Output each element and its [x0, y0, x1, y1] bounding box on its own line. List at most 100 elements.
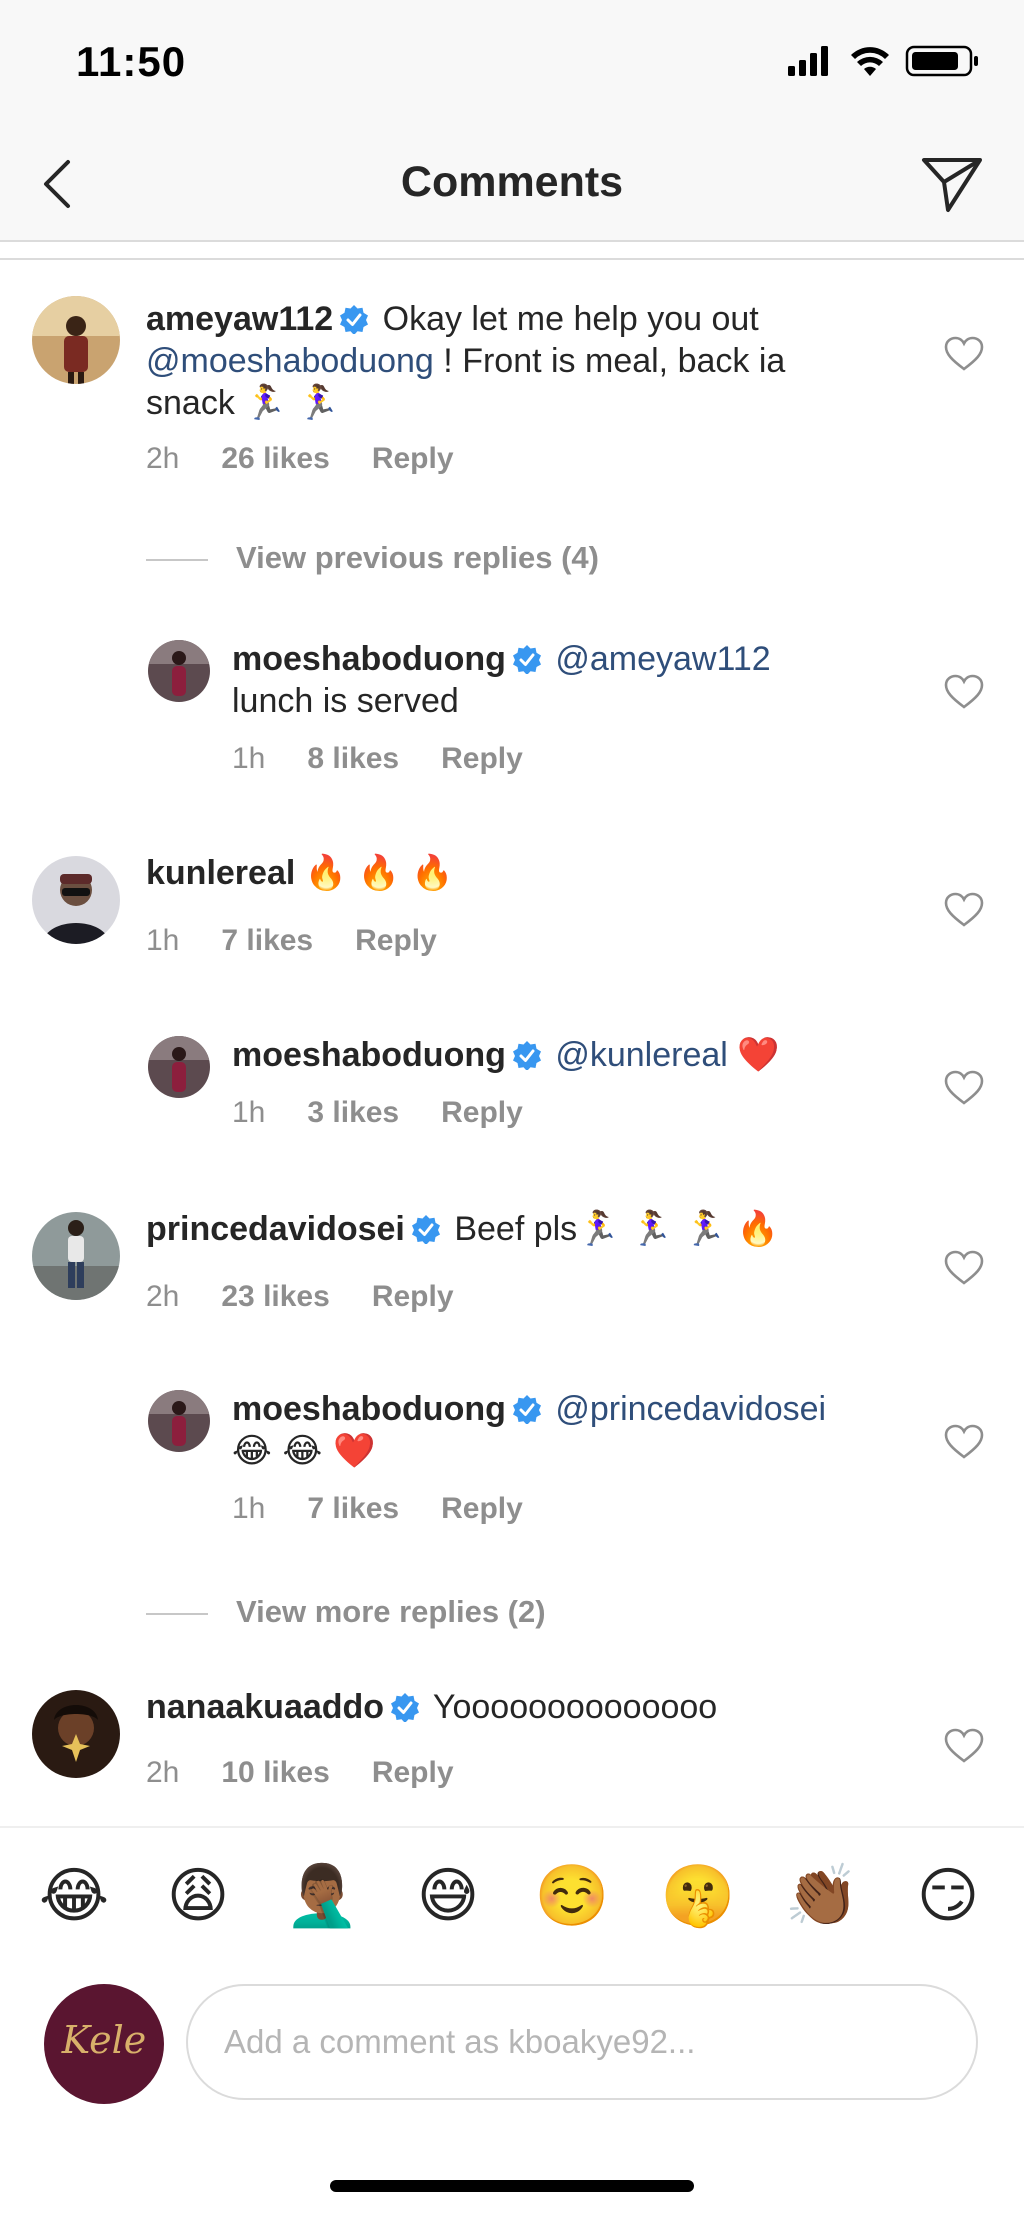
- avatar[interactable]: [148, 1390, 210, 1452]
- reply-button[interactable]: Reply: [441, 742, 523, 775]
- likes-count[interactable]: 23 likes: [221, 1280, 329, 1313]
- avatar[interactable]: [32, 1690, 120, 1778]
- mention-link[interactable]: @moeshaboduong: [146, 342, 434, 380]
- comment-text: moeshaboduong @princedavidosei 😂 😂 ❤️: [232, 1388, 872, 1472]
- verified-badge-icon: [512, 645, 541, 674]
- home-indicator[interactable]: [330, 2180, 694, 2192]
- comment-meta: 2h 10 likes Reply: [146, 1756, 496, 1790]
- emoji-button[interactable]: 🤫: [658, 1856, 738, 1936]
- comment-meta: 1h 7 likes Reply: [232, 1492, 565, 1526]
- username[interactable]: moeshaboduong: [232, 1390, 506, 1428]
- heart-icon[interactable]: [944, 1424, 984, 1460]
- avatar[interactable]: [32, 296, 120, 384]
- emoji-text: 🏃‍♀️ 🏃‍♀️: [244, 383, 340, 423]
- likes-count[interactable]: 7 likes: [221, 924, 313, 957]
- heart-icon[interactable]: [944, 1728, 984, 1764]
- mention-link[interactable]: @ameyaw112: [555, 640, 770, 678]
- reply-button[interactable]: Reply: [372, 442, 454, 475]
- mention-link[interactable]: @kunlereal: [555, 1036, 728, 1074]
- emoji-button[interactable]: 😂: [34, 1856, 114, 1936]
- comment-text: moeshaboduong @ameyaw112 lunch is served: [232, 638, 872, 722]
- verified-badge-icon: [512, 1041, 541, 1070]
- comment-composer: Kele: [0, 1966, 1024, 2146]
- verified-badge-icon: [411, 1215, 440, 1244]
- emoji-button[interactable]: ☺️: [532, 1856, 612, 1936]
- likes-count[interactable]: 8 likes: [307, 742, 399, 775]
- comment-body: lunch is served: [232, 682, 459, 720]
- status-time: 11:50: [76, 38, 187, 85]
- emoji-button[interactable]: 👏🏾: [782, 1856, 862, 1936]
- emoji-button[interactable]: 😩: [158, 1856, 238, 1936]
- avatar[interactable]: [148, 640, 210, 702]
- heart-icon[interactable]: [944, 1070, 984, 1106]
- verified-badge-icon: [391, 1693, 420, 1722]
- verified-badge-icon: [512, 1395, 541, 1424]
- mention-link[interactable]: @princedavidosei: [555, 1390, 826, 1428]
- username[interactable]: moeshaboduong: [232, 1036, 506, 1074]
- emoji-button[interactable]: 🤦🏾‍♂️: [282, 1856, 362, 1936]
- comment-time: 1h: [232, 1492, 266, 1525]
- heart-icon[interactable]: [944, 336, 984, 372]
- comment-meta: 1h 8 likes Reply: [232, 742, 565, 776]
- reply-button[interactable]: Reply: [441, 1096, 523, 1129]
- username[interactable]: princedavidosei: [146, 1210, 405, 1248]
- reply-button[interactable]: Reply: [372, 1756, 454, 1789]
- comment-meta: 2h 23 likes Reply: [146, 1280, 496, 1314]
- battery-icon: [905, 45, 978, 77]
- comment-body: Yoooooooooooooo: [432, 1688, 718, 1726]
- divider: [146, 558, 208, 561]
- comment-text: princedavidosei Beef pls🏃‍♀️ 🏃‍♀️ 🏃‍♀️ 🔥: [146, 1208, 866, 1250]
- emoji-button[interactable]: 😅: [408, 1856, 488, 1936]
- reply-button[interactable]: Reply: [355, 924, 437, 957]
- comment-time: 1h: [232, 742, 266, 775]
- emoji-button[interactable]: 😏: [908, 1856, 988, 1936]
- avatar[interactable]: [32, 1212, 120, 1300]
- emoji-text: ❤️: [737, 1035, 780, 1075]
- signal-icon: [788, 46, 828, 76]
- likes-count[interactable]: 3 likes: [307, 1096, 399, 1129]
- heart-icon[interactable]: [944, 892, 984, 928]
- nav-bar: Comments: [0, 130, 1024, 242]
- emoji-text: 🏃‍♀️ 🏃‍♀️ 🏃‍♀️ 🔥: [577, 1209, 779, 1249]
- comment-body: Okay let me help you out: [382, 300, 759, 338]
- avatar[interactable]: [32, 856, 120, 944]
- username[interactable]: nanaakuaaddo: [146, 1688, 384, 1726]
- emoji-text: 😂 😂 ❤️: [232, 1431, 376, 1471]
- wifi-icon: [851, 47, 889, 76]
- divider: [146, 1612, 208, 1615]
- avatar-logo-text: Kele: [61, 2018, 147, 2062]
- likes-count[interactable]: 10 likes: [221, 1756, 329, 1789]
- reply-button[interactable]: Reply: [441, 1492, 523, 1525]
- likes-count[interactable]: 26 likes: [221, 442, 329, 475]
- comment-body: Beef pls: [454, 1210, 578, 1248]
- username[interactable]: kunlereal: [146, 854, 295, 892]
- avatar[interactable]: [148, 1036, 210, 1098]
- username[interactable]: moeshaboduong: [232, 640, 506, 678]
- comment-text: moeshaboduong @kunlereal ❤️: [232, 1034, 872, 1076]
- comment-text: nanaakuaaddo Yoooooooooooooo: [146, 1686, 866, 1728]
- verified-badge-icon: [340, 305, 369, 334]
- emoji-text: 🔥 🔥 🔥: [304, 853, 454, 893]
- view-previous-label: View previous replies (4): [236, 540, 599, 575]
- heart-icon[interactable]: [944, 674, 984, 710]
- quick-emoji-bar: 😂 😩 🤦🏾‍♂️ 😅 ☺️ 🤫 👏🏾 😏: [0, 1826, 1024, 1968]
- comment-text: kunlereal 🔥 🔥 🔥: [146, 852, 866, 894]
- comment-text: ameyaw112 Okay let me help you out @moes…: [146, 298, 866, 424]
- share-button[interactable]: [916, 148, 988, 220]
- comment-meta: 1h 3 likes Reply: [232, 1096, 565, 1130]
- page-title: Comments: [400, 158, 624, 206]
- send-icon: [922, 158, 982, 212]
- comment-time: 1h: [232, 1096, 266, 1129]
- comment-time: 2h: [146, 1756, 180, 1789]
- heart-icon[interactable]: [944, 1250, 984, 1286]
- username[interactable]: ameyaw112: [146, 300, 333, 338]
- comment-time: 2h: [146, 442, 180, 475]
- current-user-avatar: Kele: [44, 1984, 164, 2104]
- status-bar: 11:50: [0, 0, 1024, 130]
- comment-input[interactable]: [186, 1984, 978, 2100]
- view-more-replies[interactable]: View more replies (2): [146, 1594, 546, 1630]
- view-previous-replies[interactable]: View previous replies (4): [146, 540, 599, 576]
- reply-button[interactable]: Reply: [372, 1280, 454, 1313]
- comment-time: 1h: [146, 924, 180, 957]
- likes-count[interactable]: 7 likes: [307, 1492, 399, 1525]
